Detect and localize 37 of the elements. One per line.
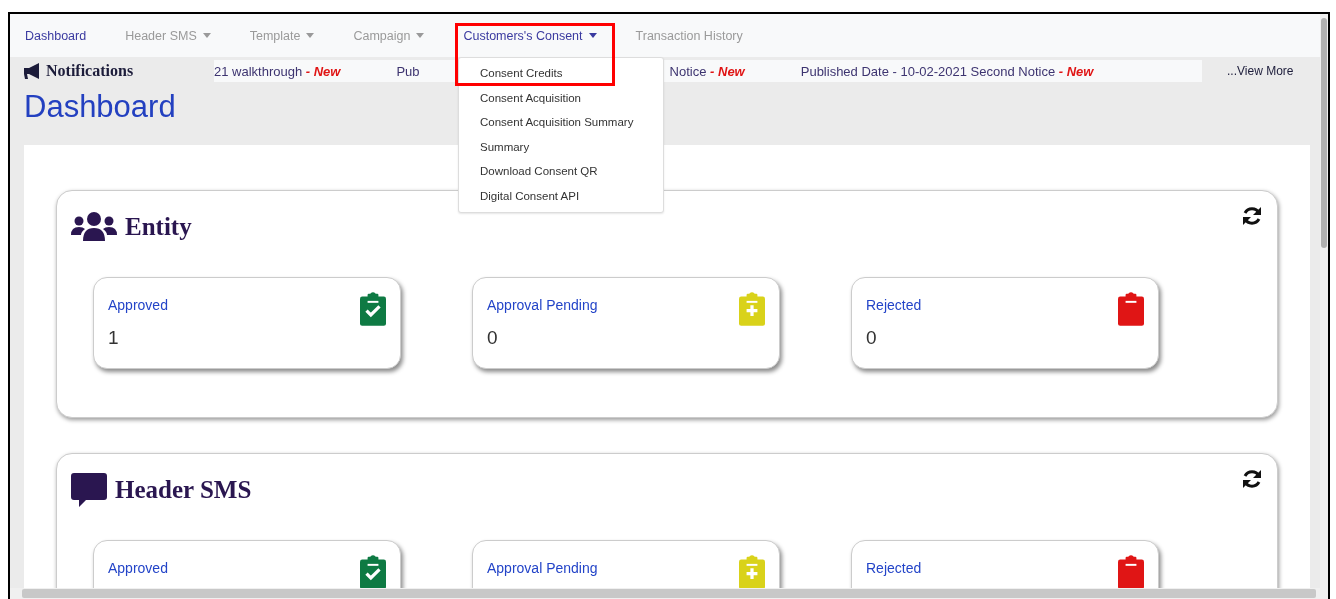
section-title: Entity: [125, 213, 192, 241]
menu-item[interactable]: Download Consent QR: [459, 163, 663, 180]
notification-item[interactable]: Pub: [396, 63, 420, 79]
page-title: Dashboard: [24, 89, 176, 125]
stat-label: Approved: [108, 560, 168, 576]
caret-icon: [588, 33, 597, 38]
notification-item[interactable]: Notice - New: [669, 63, 745, 79]
nav-link[interactable]: Dashboard: [16, 14, 96, 57]
menu-item[interactable]: Digital Consent API: [459, 187, 663, 205]
menu-item[interactable]: Consent Credits: [459, 65, 663, 82]
notification-item[interactable]: Published Date - 10-02-2021 Second Notice - New: [800, 63, 1094, 79]
stat-label: Approval Pending: [487, 297, 598, 313]
notifications-title: Notifications: [46, 62, 134, 80]
refresh-icon[interactable]: [1241, 205, 1263, 227]
stat-value: 0: [866, 327, 877, 349]
horizontal-scrollbar[interactable]: [10, 588, 1328, 599]
users-icon: [71, 211, 117, 243]
refresh-icon[interactable]: [1241, 468, 1263, 490]
megaphone-icon: [22, 63, 42, 79]
vertical-scrollbar[interactable]: [1320, 14, 1328, 588]
stat-label: Rejected: [866, 560, 922, 576]
stat-label: Approved: [108, 297, 168, 313]
caret-icon: [416, 33, 425, 38]
menu-item[interactable]: Consent Acquisition Summary: [459, 114, 663, 131]
menu-item[interactable]: Summary: [459, 138, 663, 156]
stat-value: 0: [487, 327, 498, 349]
view-more-link[interactable]: ...View More: [1227, 64, 1294, 78]
speech-bubble-icon: [71, 473, 107, 507]
caret-icon: [202, 33, 211, 38]
section-title: Header SMS: [115, 476, 252, 504]
caret-icon: [306, 33, 315, 38]
stat-label: Rejected: [866, 297, 922, 313]
stat-label: Approval Pending: [487, 560, 598, 576]
menu-item[interactable]: Consent Acquisition: [459, 89, 663, 107]
notification-item[interactable]: 21 walkthrough - New: [214, 63, 341, 79]
stat-value: 1: [108, 327, 119, 349]
nav-dropdown[interactable]: Customers's Consent: [454, 14, 606, 57]
